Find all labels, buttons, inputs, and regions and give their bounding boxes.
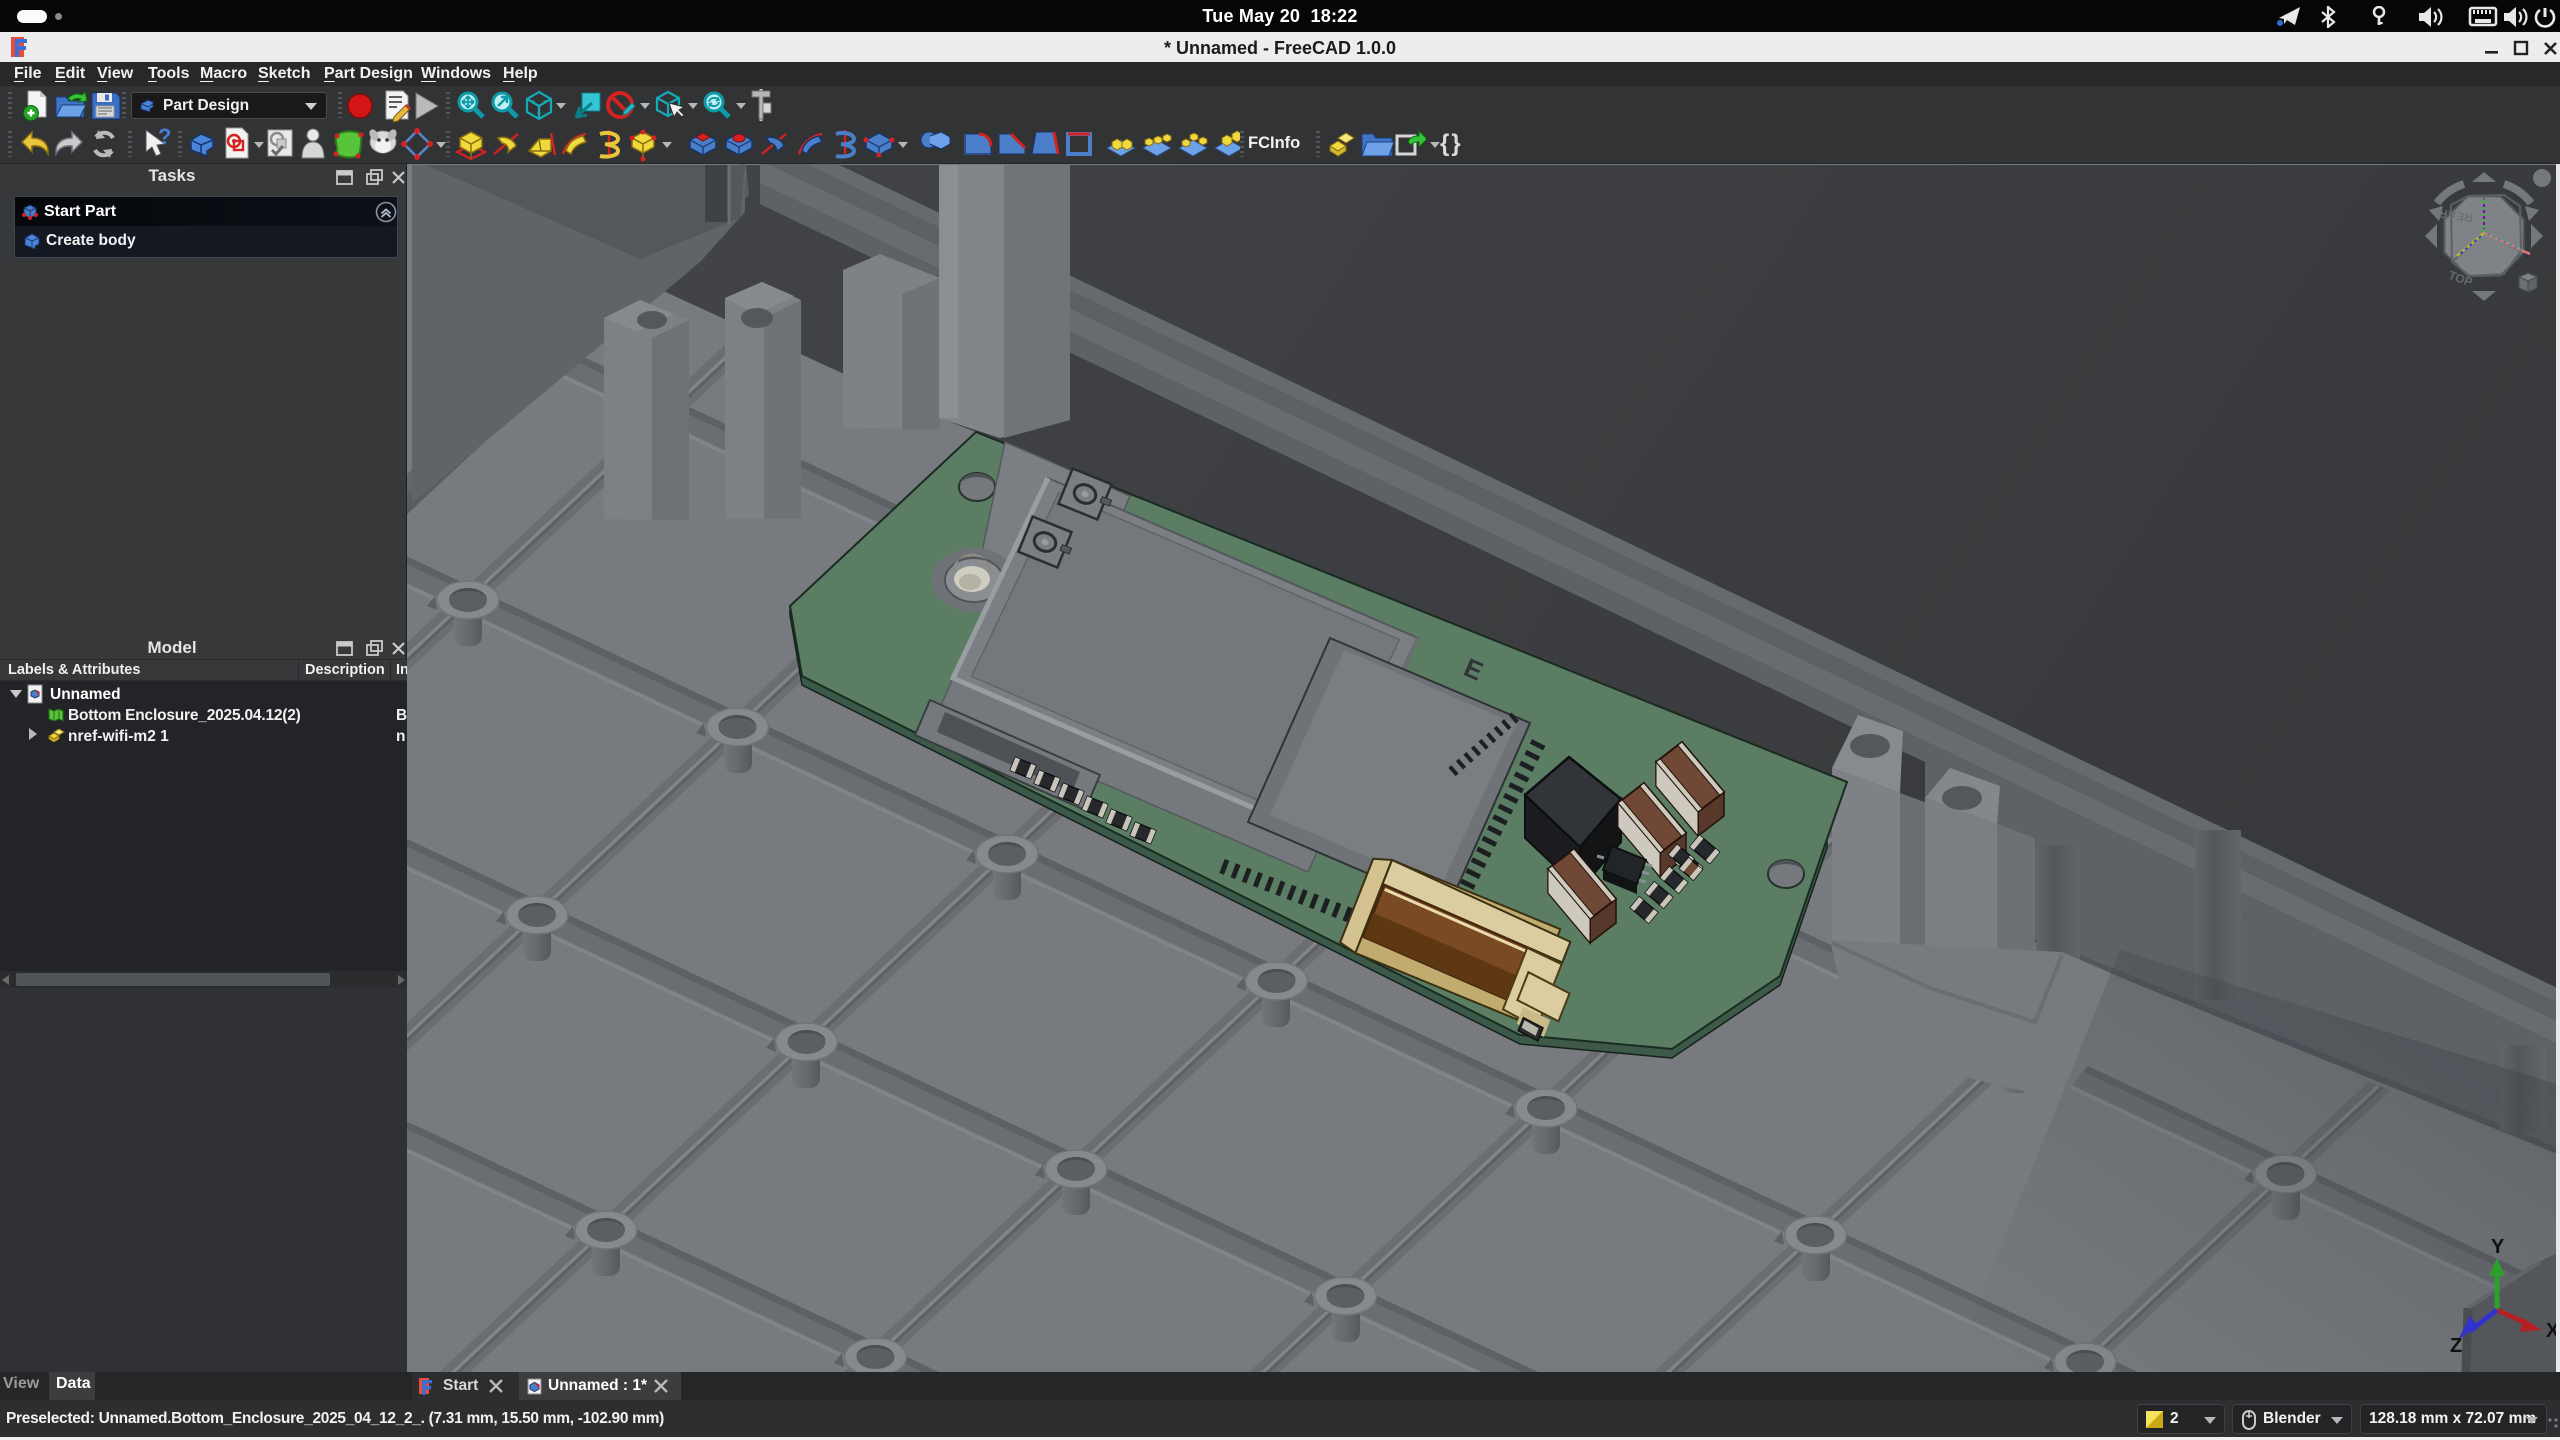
svg-text:Z: Z [2450, 1335, 2462, 1357]
svg-text:Y: Y [2491, 1236, 2505, 1258]
